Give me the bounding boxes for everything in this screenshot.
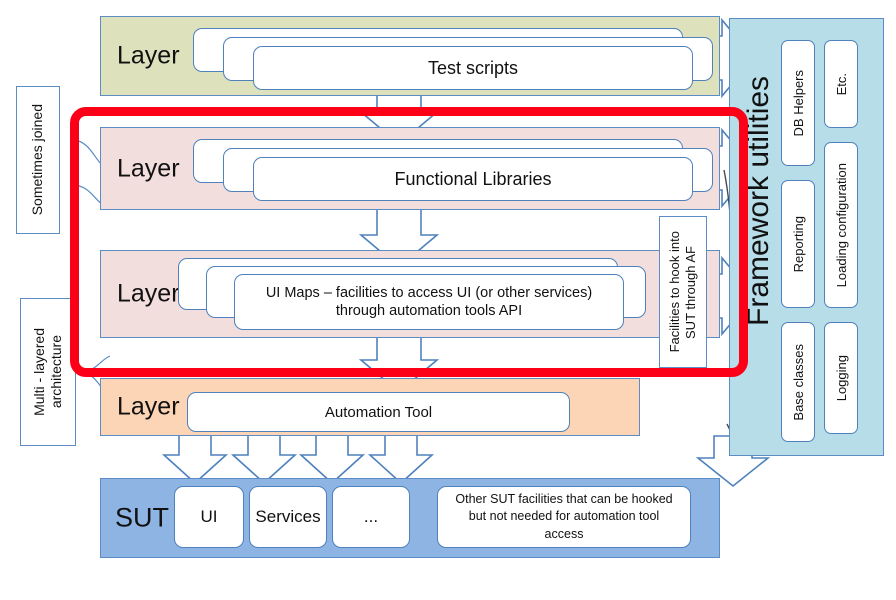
framework-chip-reporting-label: Reporting xyxy=(790,215,806,273)
card-functional-libraries[interactable]: Functional Libraries xyxy=(253,157,693,201)
annotation-hook-into-sut: Facilities to hook into SUT through AF xyxy=(659,216,707,368)
annotation-hook-line1: Facilities to hook into xyxy=(666,231,682,353)
sut-label: SUT xyxy=(115,502,169,533)
card-test-scripts-label: Test scripts xyxy=(427,57,519,78)
framework-chip-reporting[interactable]: Reporting xyxy=(781,180,815,308)
annotation-multi-layered-line1: Multi - layered xyxy=(30,328,47,416)
annotation-sometimes-joined-label: Sometimes joined xyxy=(29,104,46,216)
sut-note: Other SUT facilities that can be hooked … xyxy=(437,486,691,548)
sut-item-more-label: ... xyxy=(363,507,379,526)
framework-chip-etc-label: Etc. xyxy=(833,72,849,96)
sut-item-ui-label: UI xyxy=(200,507,218,526)
diagram-canvas: .blkarrow{fill:#ffffff;stroke:#4f81bd;st… xyxy=(0,0,896,600)
card-ui-maps-label-line2: through automation tools API xyxy=(335,303,523,319)
sut-item-more[interactable]: ... xyxy=(332,486,410,548)
annotation-sometimes-joined: Sometimes joined xyxy=(16,86,60,234)
sut-note-line3: access xyxy=(544,526,584,541)
framework-chip-logging[interactable]: Logging xyxy=(824,322,858,434)
framework-chip-base-classes[interactable]: Base classes xyxy=(781,322,815,442)
sut-note-line1: Other SUT facilities that can be hooked xyxy=(455,491,673,506)
leader-multi-layered xyxy=(79,355,111,373)
card-test-scripts[interactable]: Test scripts xyxy=(253,46,693,90)
layer-label-1: Layer xyxy=(117,41,180,70)
framework-chip-db-helpers-label: DB Helpers xyxy=(790,69,806,137)
layer-label-3: Layer xyxy=(117,279,180,308)
sut-item-services[interactable]: Services xyxy=(249,486,327,548)
framework-chip-loading-configuration[interactable]: Loading configuration xyxy=(824,142,858,308)
framework-chip-base-classes-label: Base classes xyxy=(790,343,806,421)
annotation-multi-layered-line2: architecture xyxy=(48,335,64,409)
arrow-down-tool-to-sut-2 xyxy=(230,433,298,485)
sut-item-services-label: Services xyxy=(255,507,321,526)
sut-item-ui[interactable]: UI xyxy=(174,486,244,548)
layer-label-4: Layer xyxy=(117,392,180,421)
card-automation-tool-label: Automation Tool xyxy=(324,403,433,421)
layer-label-2: Layer xyxy=(117,154,180,182)
framework-utilities-title: Framework utilities xyxy=(742,75,775,326)
arrow-down-tool-to-sut-1 xyxy=(161,433,229,485)
annotation-multi-layered-architecture: Multi - layered architecture xyxy=(20,298,76,446)
framework-chip-etc[interactable]: Etc. xyxy=(824,40,858,128)
framework-chip-loading-configuration-label: Loading configuration xyxy=(833,162,849,288)
framework-chip-db-helpers[interactable]: DB Helpers xyxy=(781,40,815,166)
annotation-hook-line2: SUT through AF xyxy=(683,245,698,339)
card-automation-tool[interactable]: Automation Tool xyxy=(187,392,570,432)
sut-note-line2: but not needed for automation tool xyxy=(468,509,660,524)
card-ui-maps[interactable]: UI Maps – facilities to access UI (or ot… xyxy=(234,274,624,330)
framework-chip-logging-label: Logging xyxy=(833,354,849,402)
arrow-down-tool-to-sut-3 xyxy=(298,433,366,485)
arrow-down-tool-to-sut-4 xyxy=(367,433,435,485)
card-ui-maps-label-line1: UI Maps – facilities to access UI (or ot… xyxy=(265,284,593,301)
card-functional-libraries-label: Functional Libraries xyxy=(394,168,552,189)
